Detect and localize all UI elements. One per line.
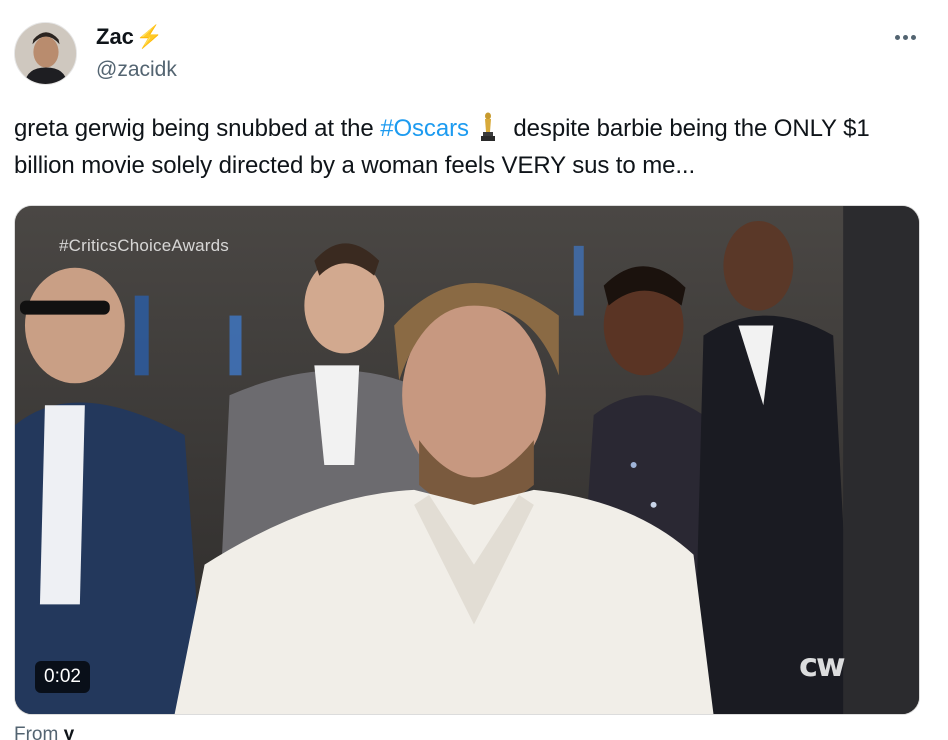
- network-logo: cw: [799, 646, 846, 684]
- avatar-photo: [15, 23, 76, 84]
- tweet-text: greta gerwig being snubbed at the #Oscar…: [14, 110, 934, 184]
- video-frame: [15, 206, 919, 714]
- more-dot: [910, 34, 916, 40]
- author-handle[interactable]: @zacidk: [96, 58, 177, 82]
- trophy-icon: [480, 112, 495, 141]
- lightning-bolt-icon: ⚡: [135, 24, 164, 49]
- from-prefix: From: [14, 724, 64, 740]
- video-watermark: #CriticsChoiceAwards: [59, 236, 229, 255]
- video-media[interactable]: #CriticsChoiceAwards cw 0:02: [14, 205, 920, 715]
- more-dot: [902, 34, 908, 40]
- more-horizontal-icon: [894, 34, 900, 40]
- author-display-name[interactable]: Zac ⚡: [96, 24, 163, 50]
- from-source-label[interactable]: From y: [14, 724, 74, 740]
- author-name-text: Zac: [96, 24, 134, 49]
- video-duration-badge: 0:02: [35, 661, 90, 693]
- tweet-text-part1: greta gerwig being snubbed at the: [14, 115, 381, 142]
- more-options-button[interactable]: [890, 22, 920, 52]
- hashtag-link[interactable]: #Oscars: [380, 115, 469, 142]
- from-source: y: [63, 724, 75, 740]
- author-avatar[interactable]: [14, 22, 77, 85]
